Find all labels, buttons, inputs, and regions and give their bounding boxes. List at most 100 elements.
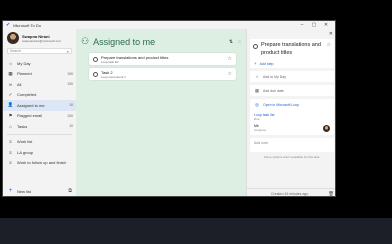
created-text: Created 49 minutes ago	[270, 191, 309, 196]
complete-checkbox[interactable]	[93, 71, 98, 77]
sidebar-item-assigned-to-me[interactable]: 👤 Assigned to me 10	[3, 100, 76, 111]
main-pane: ⚇ Assigned to me ⇅ ◌ Prepare translation…	[76, 29, 246, 196]
assignee-role: Assignee	[254, 128, 267, 132]
loop-info: Loop task list Due Me Assignee	[250, 110, 334, 135]
profile-text: Swapna Nirani swapnanirani@microsoft.com	[22, 34, 61, 43]
add-due-date-button[interactable]: ▦ Add due date	[250, 85, 334, 96]
person-icon: ⚇	[81, 36, 90, 46]
avatar	[7, 32, 19, 44]
sidebar-item-label: Completed	[17, 92, 37, 98]
assignee-row: Me Assignee	[254, 124, 330, 132]
sidebar-item-label: Assigned to me	[17, 102, 45, 108]
close-window-button[interactable]: ✕	[320, 22, 332, 28]
sidebar-item-count: 10	[69, 124, 73, 129]
sidebar-item-tasks[interactable]: ⌂ Tasks 10	[3, 121, 76, 132]
note-field[interactable]: Add note	[250, 138, 334, 152]
plus-icon: +	[8, 188, 13, 194]
sidebar-item-label: Flagged email	[17, 113, 43, 119]
search-icon: ⌕	[66, 48, 69, 54]
sidebar-item-planned[interactable]: ▦ Planned 190	[3, 69, 76, 80]
sidebar: Swapna Nirani swapnanirani@microsoft.com…	[3, 29, 76, 196]
sidebar-item-work-list[interactable]: ≡ Work list	[3, 137, 76, 148]
lightbulb-icon[interactable]: ◌	[238, 39, 241, 45]
assignee-text: Me Assignee	[254, 124, 323, 132]
sidebar-item-flagged-email[interactable]: ⚑ Flagged email 100	[3, 111, 76, 122]
list-icon: ≡	[9, 139, 12, 145]
detail-task-title[interactable]: Prepare translations and product titles	[261, 41, 327, 57]
search-input[interactable]: Search ⌕	[7, 48, 72, 54]
close-icon[interactable]: ✕	[329, 31, 333, 37]
flag-icon: ⚑	[8, 112, 13, 118]
open-loop-label: Open in Microsoft Loop	[263, 102, 300, 107]
loop-icon: ◎	[255, 101, 259, 107]
add-my-day-label: Add to My Day	[263, 74, 286, 79]
todo-window: ✔ Microsoft To Do – ▢ ✕ Swapna Nirani sw…	[2, 20, 336, 197]
add-step-button[interactable]: + Add step	[250, 59, 334, 68]
trash-icon[interactable]: 🗑	[328, 191, 334, 197]
sidebar-item-label: Work to follow up and finish	[17, 160, 66, 166]
sidebar-item-label: Planned	[17, 71, 32, 77]
window-title: Microsoft To Do	[13, 22, 41, 28]
task-source: Loop component 1	[101, 74, 126, 79]
assignee-avatar	[323, 124, 330, 132]
sort-icon[interactable]: ⇅	[229, 39, 233, 45]
sidebar-item-label: My Day	[17, 60, 31, 66]
sidebar-item-completed[interactable]: ✓ Completed	[3, 90, 76, 101]
sidebar-item-count: 190	[67, 82, 73, 87]
task-list: Prepare translations and product titles L…	[76, 53, 246, 80]
sidebar-item-count: 190	[67, 71, 73, 76]
sidebar-item-label: Tasks	[17, 123, 28, 129]
page-title: Assigned to me	[93, 36, 156, 47]
home-icon: ⌂	[9, 123, 12, 129]
maximize-button[interactable]: ▢	[308, 22, 320, 28]
sun-icon: ☼	[8, 60, 13, 66]
screen: ✔ Microsoft To Do – ▢ ✕ Swapna Nirani sw…	[0, 0, 392, 244]
add-due-date-label: Add due date	[263, 88, 284, 93]
minimize-button[interactable]: –	[296, 22, 308, 28]
loop-card: ◎ Open in Microsoft Loop Loop task list …	[250, 99, 334, 135]
check-circle-icon: ✓	[8, 91, 13, 97]
complete-checkbox[interactable]	[93, 56, 98, 62]
profile-email: swapnanirani@microsoft.com	[22, 38, 62, 43]
main-header: ⚇ Assigned to me ⇅ ◌	[76, 33, 246, 50]
new-list-label: New list	[17, 188, 32, 194]
detail-header: Prepare translations and product titles …	[250, 39, 334, 59]
nav-list: ☼ My Day ▦ Planned 190 ∞ All 190 ✓ Completed 👤 Assi…	[3, 58, 76, 132]
sidebar-item-la-group[interactable]: ≡ LA group	[3, 147, 76, 158]
detail-task-card: Prepare translations and product titles …	[250, 39, 334, 68]
plus-icon: +	[254, 61, 257, 66]
sidebar-item-count: 100	[67, 113, 73, 118]
sun-icon: ☼	[254, 74, 260, 79]
task-text: Prepare translations and product titles L…	[101, 55, 228, 64]
star-icon[interactable]: ☆	[228, 56, 232, 62]
sidebar-item-work-to-follow-up-and-finish[interactable]: ≡ Work to follow up and finish	[3, 158, 76, 169]
list-icon: ≡	[9, 160, 12, 166]
new-list-button[interactable]: + New list ⧉	[3, 187, 76, 195]
open-loop-link[interactable]: ◎ Open in Microsoft Loop	[250, 99, 334, 110]
add-to-my-day-button[interactable]: ☼ Add to My Day	[250, 71, 334, 82]
loop-sub: Due	[254, 117, 260, 121]
user-lists: ≡ Work list ≡ LA group ≡ Work to follow up an…	[3, 137, 76, 169]
sidebar-item-label: Work list	[17, 139, 33, 145]
sidebar-item-my-day[interactable]: ☼ My Day	[3, 58, 76, 69]
titlebar: ✔ Microsoft To Do – ▢ ✕	[3, 21, 335, 29]
new-group-icon[interactable]: ⧉	[68, 188, 72, 194]
sidebar-item-count: 10	[69, 103, 73, 108]
list-icon: ≡	[9, 149, 12, 155]
sidebar-item-label: LA group	[17, 149, 34, 155]
options-notice: Some options aren't available for this t…	[263, 155, 321, 159]
star-icon[interactable]: ☆	[228, 71, 232, 77]
calendar-icon: ▦	[254, 87, 260, 93]
profile[interactable]: Swapna Nirani swapnanirani@microsoft.com	[3, 29, 76, 45]
my-day-card: ☼ Add to My Day	[250, 71, 334, 82]
add-step-label: Add step	[259, 61, 274, 66]
task-item[interactable]: Task 2 Loop component 1 ☆	[89, 68, 236, 80]
calendar-icon: ▦	[8, 70, 13, 76]
complete-checkbox[interactable]	[253, 44, 258, 49]
task-item[interactable]: Prepare translations and product titles L…	[89, 53, 236, 65]
star-icon[interactable]: ☆	[327, 42, 331, 48]
task-text: Task 2 Loop component 1	[101, 70, 228, 79]
due-date-card: ▦ Add due date	[250, 85, 334, 96]
sidebar-item-all[interactable]: ∞ All 190	[3, 79, 76, 90]
detail-pane: ✕ Prepare translations and product title…	[246, 29, 335, 197]
